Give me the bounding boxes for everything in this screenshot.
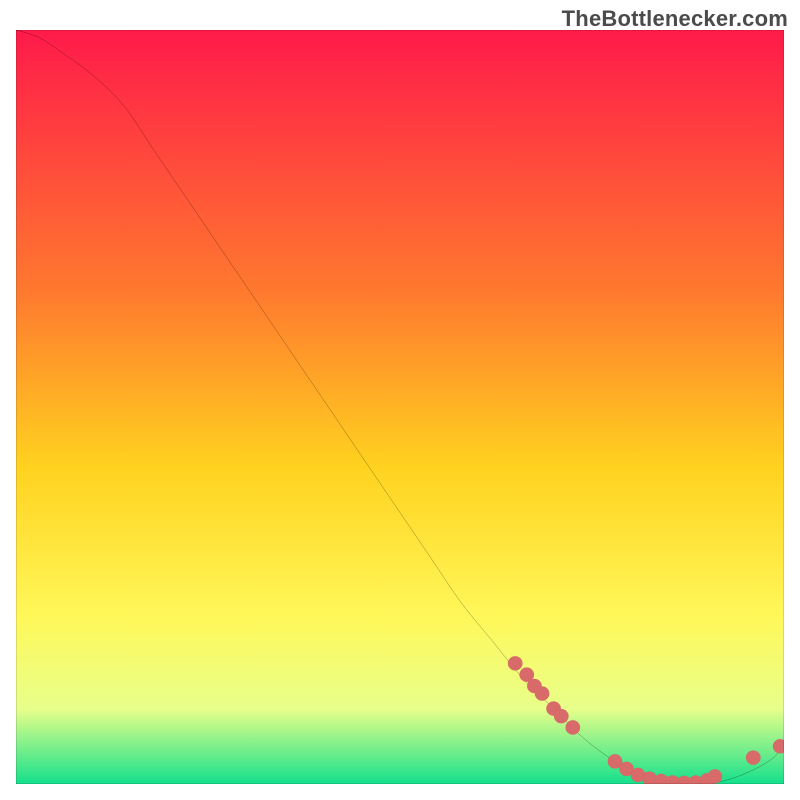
data-point <box>508 656 523 670</box>
gradient-background <box>16 30 784 784</box>
data-point <box>535 686 550 700</box>
data-point <box>554 709 569 723</box>
data-point <box>746 750 761 764</box>
plot-area <box>16 30 784 784</box>
chart-container: TheBottlenecker.com <box>0 0 800 800</box>
chart-svg <box>16 30 784 784</box>
watermark-text: TheBottlenecker.com <box>562 6 788 32</box>
data-point <box>708 769 723 783</box>
data-point <box>566 720 581 734</box>
